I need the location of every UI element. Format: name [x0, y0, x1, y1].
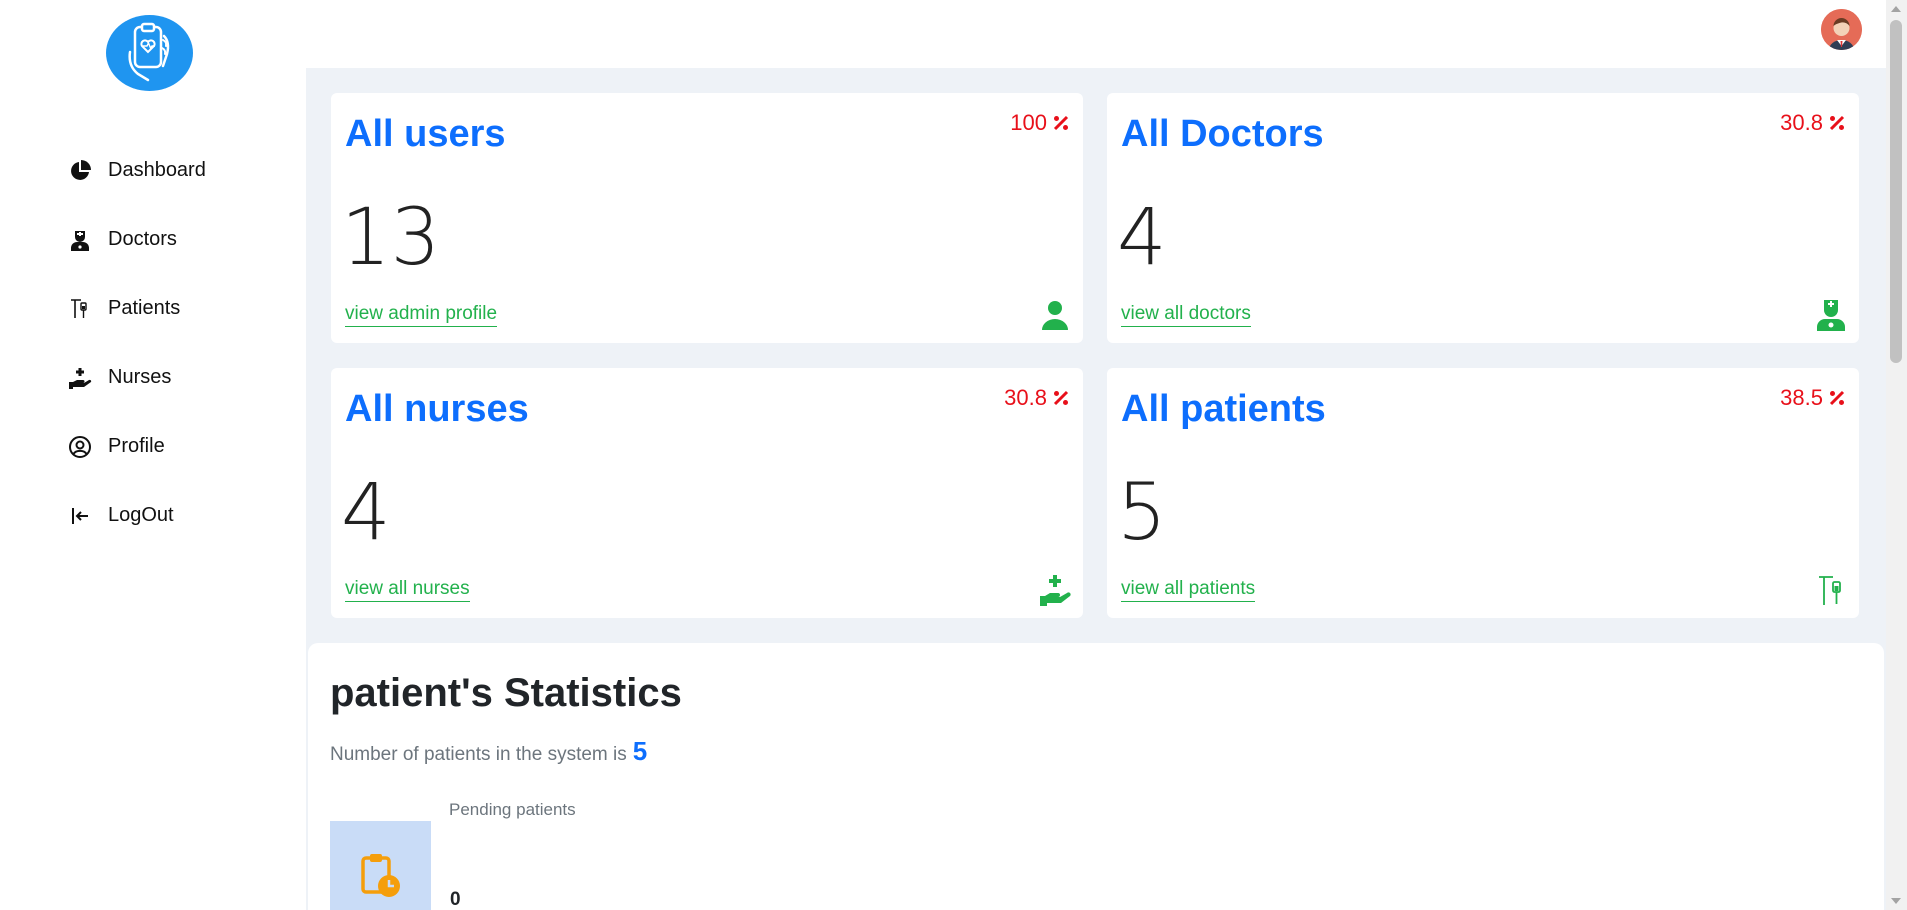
card-percent: 30.8: [1004, 385, 1069, 411]
percent-value: 30.8: [1780, 110, 1823, 135]
percent-icon: [1053, 390, 1069, 406]
card-percent: 30.8: [1780, 110, 1845, 136]
stats-title: patient's Statistics: [330, 671, 682, 715]
percent-icon: [1829, 390, 1845, 406]
iv-drip-icon: [1815, 574, 1847, 606]
percent-value: 30.8: [1004, 385, 1047, 410]
card-title: All users: [345, 113, 506, 155]
card-title: All nurses: [345, 388, 529, 430]
doctor-icon: [1815, 299, 1847, 331]
pending-patients-tile: [330, 821, 431, 910]
sidebar-item-label: Profile: [108, 435, 165, 457]
card-count: 4: [1117, 193, 1167, 283]
pending-patients-label: Pending patients: [449, 800, 576, 819]
sidebar-item-label: Dashboard: [108, 159, 206, 181]
card-percent: 100: [1010, 110, 1069, 136]
hand-plus-icon: [68, 364, 108, 392]
card-title: All Doctors: [1121, 113, 1324, 155]
user-avatar[interactable]: [1821, 9, 1862, 50]
sidebar-item-label: Patients: [108, 297, 181, 319]
stats-subtitle: Number of patients in the system is 5: [330, 736, 647, 767]
sidebar: Dashboard Doctors Patients Nurses Profil…: [0, 0, 306, 910]
sidebar-item-dashboard[interactable]: Dashboard: [68, 136, 206, 205]
sidebar-item-logout[interactable]: LogOut: [68, 481, 206, 550]
user-icon: [1039, 299, 1071, 331]
sidebar-item-nurses[interactable]: Nurses: [68, 343, 206, 412]
stats-subtitle-text: Number of patients in the system is: [330, 744, 627, 765]
percent-value: 100: [1010, 110, 1047, 135]
scroll-down-arrow[interactable]: [1891, 898, 1901, 904]
clipboard-heart-hand-icon: [127, 22, 169, 82]
sidebar-item-doctors[interactable]: Doctors: [68, 205, 206, 274]
top-bar: [306, 0, 1886, 68]
view-all-doctors-link[interactable]: view all doctors: [1121, 303, 1251, 327]
percent-icon: [1053, 115, 1069, 131]
clipboard-clock-icon: [360, 854, 400, 897]
patient-count: 5: [632, 736, 648, 766]
sidebar-item-label: Nurses: [108, 366, 172, 388]
sidebar-nav: Dashboard Doctors Patients Nurses Profil…: [68, 136, 206, 550]
percent-icon: [1829, 115, 1845, 131]
sidebar-item-label: LogOut: [108, 504, 174, 526]
sidebar-item-label: Doctors: [108, 228, 177, 250]
doctor-icon: [68, 226, 108, 254]
logout-icon: [68, 502, 108, 530]
view-admin-profile-link[interactable]: view admin profile: [345, 303, 498, 327]
hand-plus-icon: [1039, 574, 1071, 606]
card-all-doctors: All Doctors 30.8 4 view all doctors: [1107, 93, 1859, 343]
scroll-thumb[interactable]: [1890, 20, 1902, 363]
page-scrollbar[interactable]: [1886, 0, 1907, 910]
card-all-patients: All patients 38.5 5 view all patients: [1107, 368, 1859, 618]
app-logo[interactable]: [106, 15, 193, 91]
card-percent: 38.5: [1780, 385, 1845, 411]
patient-statistics-panel: patient's Statistics Number of patients …: [308, 643, 1884, 910]
card-count: 4: [341, 468, 391, 558]
percent-value: 38.5: [1780, 385, 1823, 410]
scroll-up-arrow[interactable]: [1891, 6, 1901, 12]
card-count: 5: [1117, 468, 1167, 558]
card-count: 13: [341, 193, 441, 283]
pending-patients-value: 0: [450, 889, 461, 910]
view-all-nurses-link[interactable]: view all nurses: [345, 578, 470, 602]
sidebar-item-profile[interactable]: Profile: [68, 412, 206, 481]
card-all-users: All users 100 13 view admin profile: [331, 93, 1083, 343]
view-all-patients-link[interactable]: view all patients: [1121, 578, 1256, 602]
sidebar-item-patients[interactable]: Patients: [68, 274, 206, 343]
card-title: All patients: [1121, 388, 1326, 430]
card-all-nurses: All nurses 30.8 4 view all nurses: [331, 368, 1083, 618]
user-circle-icon: [68, 433, 108, 461]
pie-chart-icon: [68, 157, 108, 185]
iv-drip-icon: [68, 295, 108, 323]
